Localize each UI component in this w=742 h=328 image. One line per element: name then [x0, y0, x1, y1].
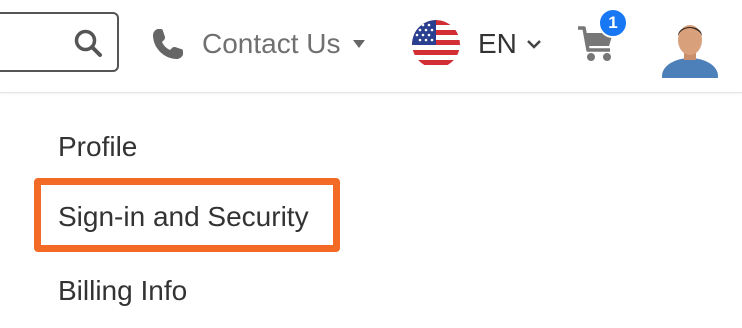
- contact-us-label: Contact Us: [202, 28, 341, 59]
- us-flag-icon: [412, 20, 460, 68]
- language-label: EN: [478, 28, 517, 59]
- phone-icon: [153, 29, 183, 59]
- menu-item-profile[interactable]: Profile: [58, 131, 137, 163]
- chevron-down-icon: [527, 40, 541, 49]
- menu-item-sign-in-security[interactable]: Sign-in and Security: [58, 201, 309, 233]
- caret-down-icon: [352, 40, 365, 48]
- top-header: Contact Us EN 1: [0, 0, 742, 93]
- search-icon[interactable]: [73, 28, 103, 58]
- contact-us-dropdown[interactable]: Contact Us: [150, 22, 365, 66]
- search-input[interactable]: [0, 12, 119, 72]
- cart-count-badge: 1: [598, 8, 628, 38]
- menu-item-billing-info[interactable]: Billing Info: [58, 275, 187, 307]
- user-avatar[interactable]: [662, 16, 718, 78]
- language-selector[interactable]: EN: [412, 20, 541, 68]
